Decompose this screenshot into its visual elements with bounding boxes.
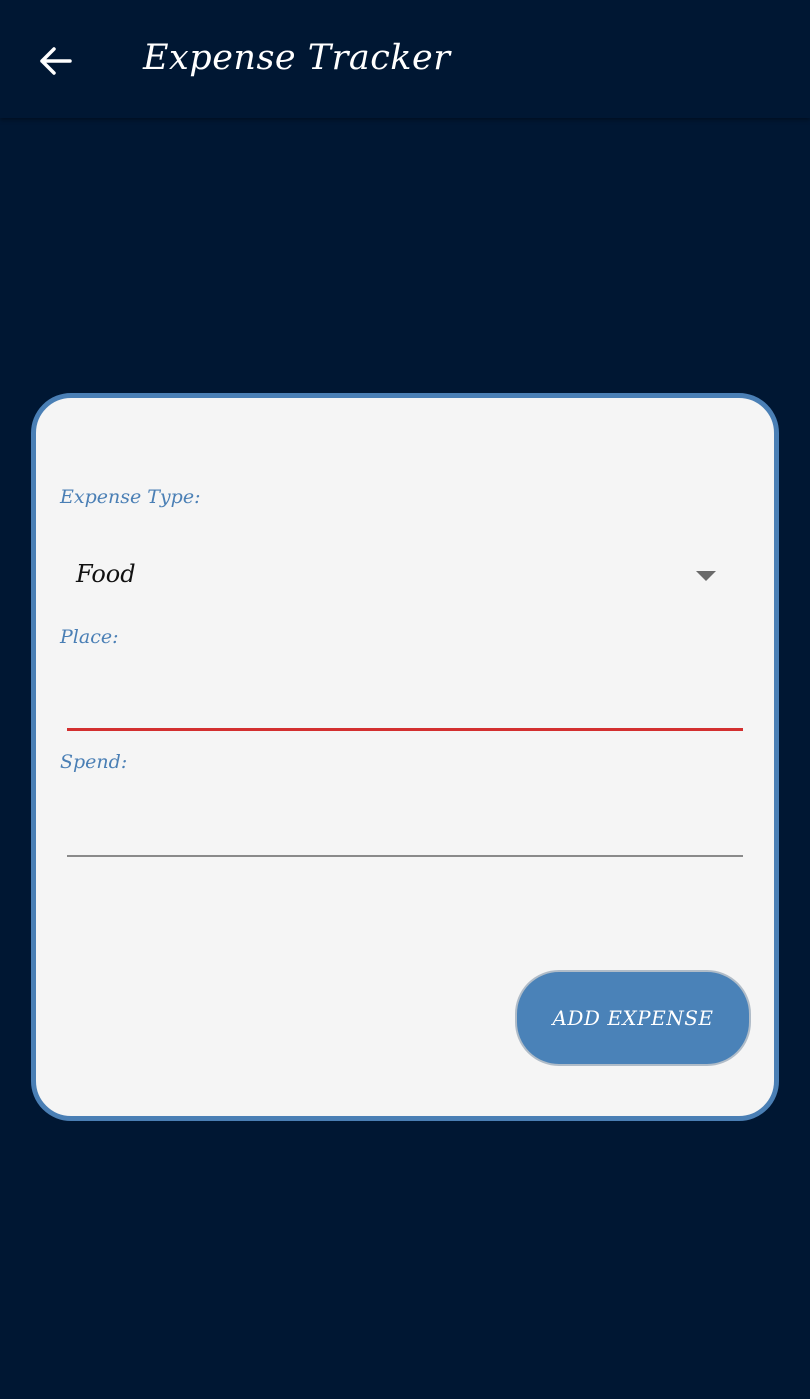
app-title: Expense Tracker (143, 38, 451, 78)
place-label: Place: (60, 626, 119, 648)
app-screen: Expense Tracker Expense Type: Food Place… (0, 0, 810, 1399)
expense-type-selected: Food (76, 560, 136, 588)
expense-type-label: Expense Type: (60, 486, 201, 508)
app-bar: Expense Tracker (0, 0, 810, 118)
expense-type-dropdown[interactable]: Food (66, 546, 750, 608)
add-expense-button[interactable]: ADD EXPENSE (515, 970, 751, 1066)
place-input[interactable] (67, 679, 743, 731)
arrow-left-icon (40, 47, 72, 75)
spend-input[interactable] (67, 805, 743, 857)
back-button[interactable] (30, 36, 80, 86)
chevron-down-icon (696, 571, 716, 581)
spend-label: Spend: (60, 751, 128, 773)
expense-form-card: Expense Type: Food Place: Spend: ADD EXP… (31, 393, 779, 1121)
